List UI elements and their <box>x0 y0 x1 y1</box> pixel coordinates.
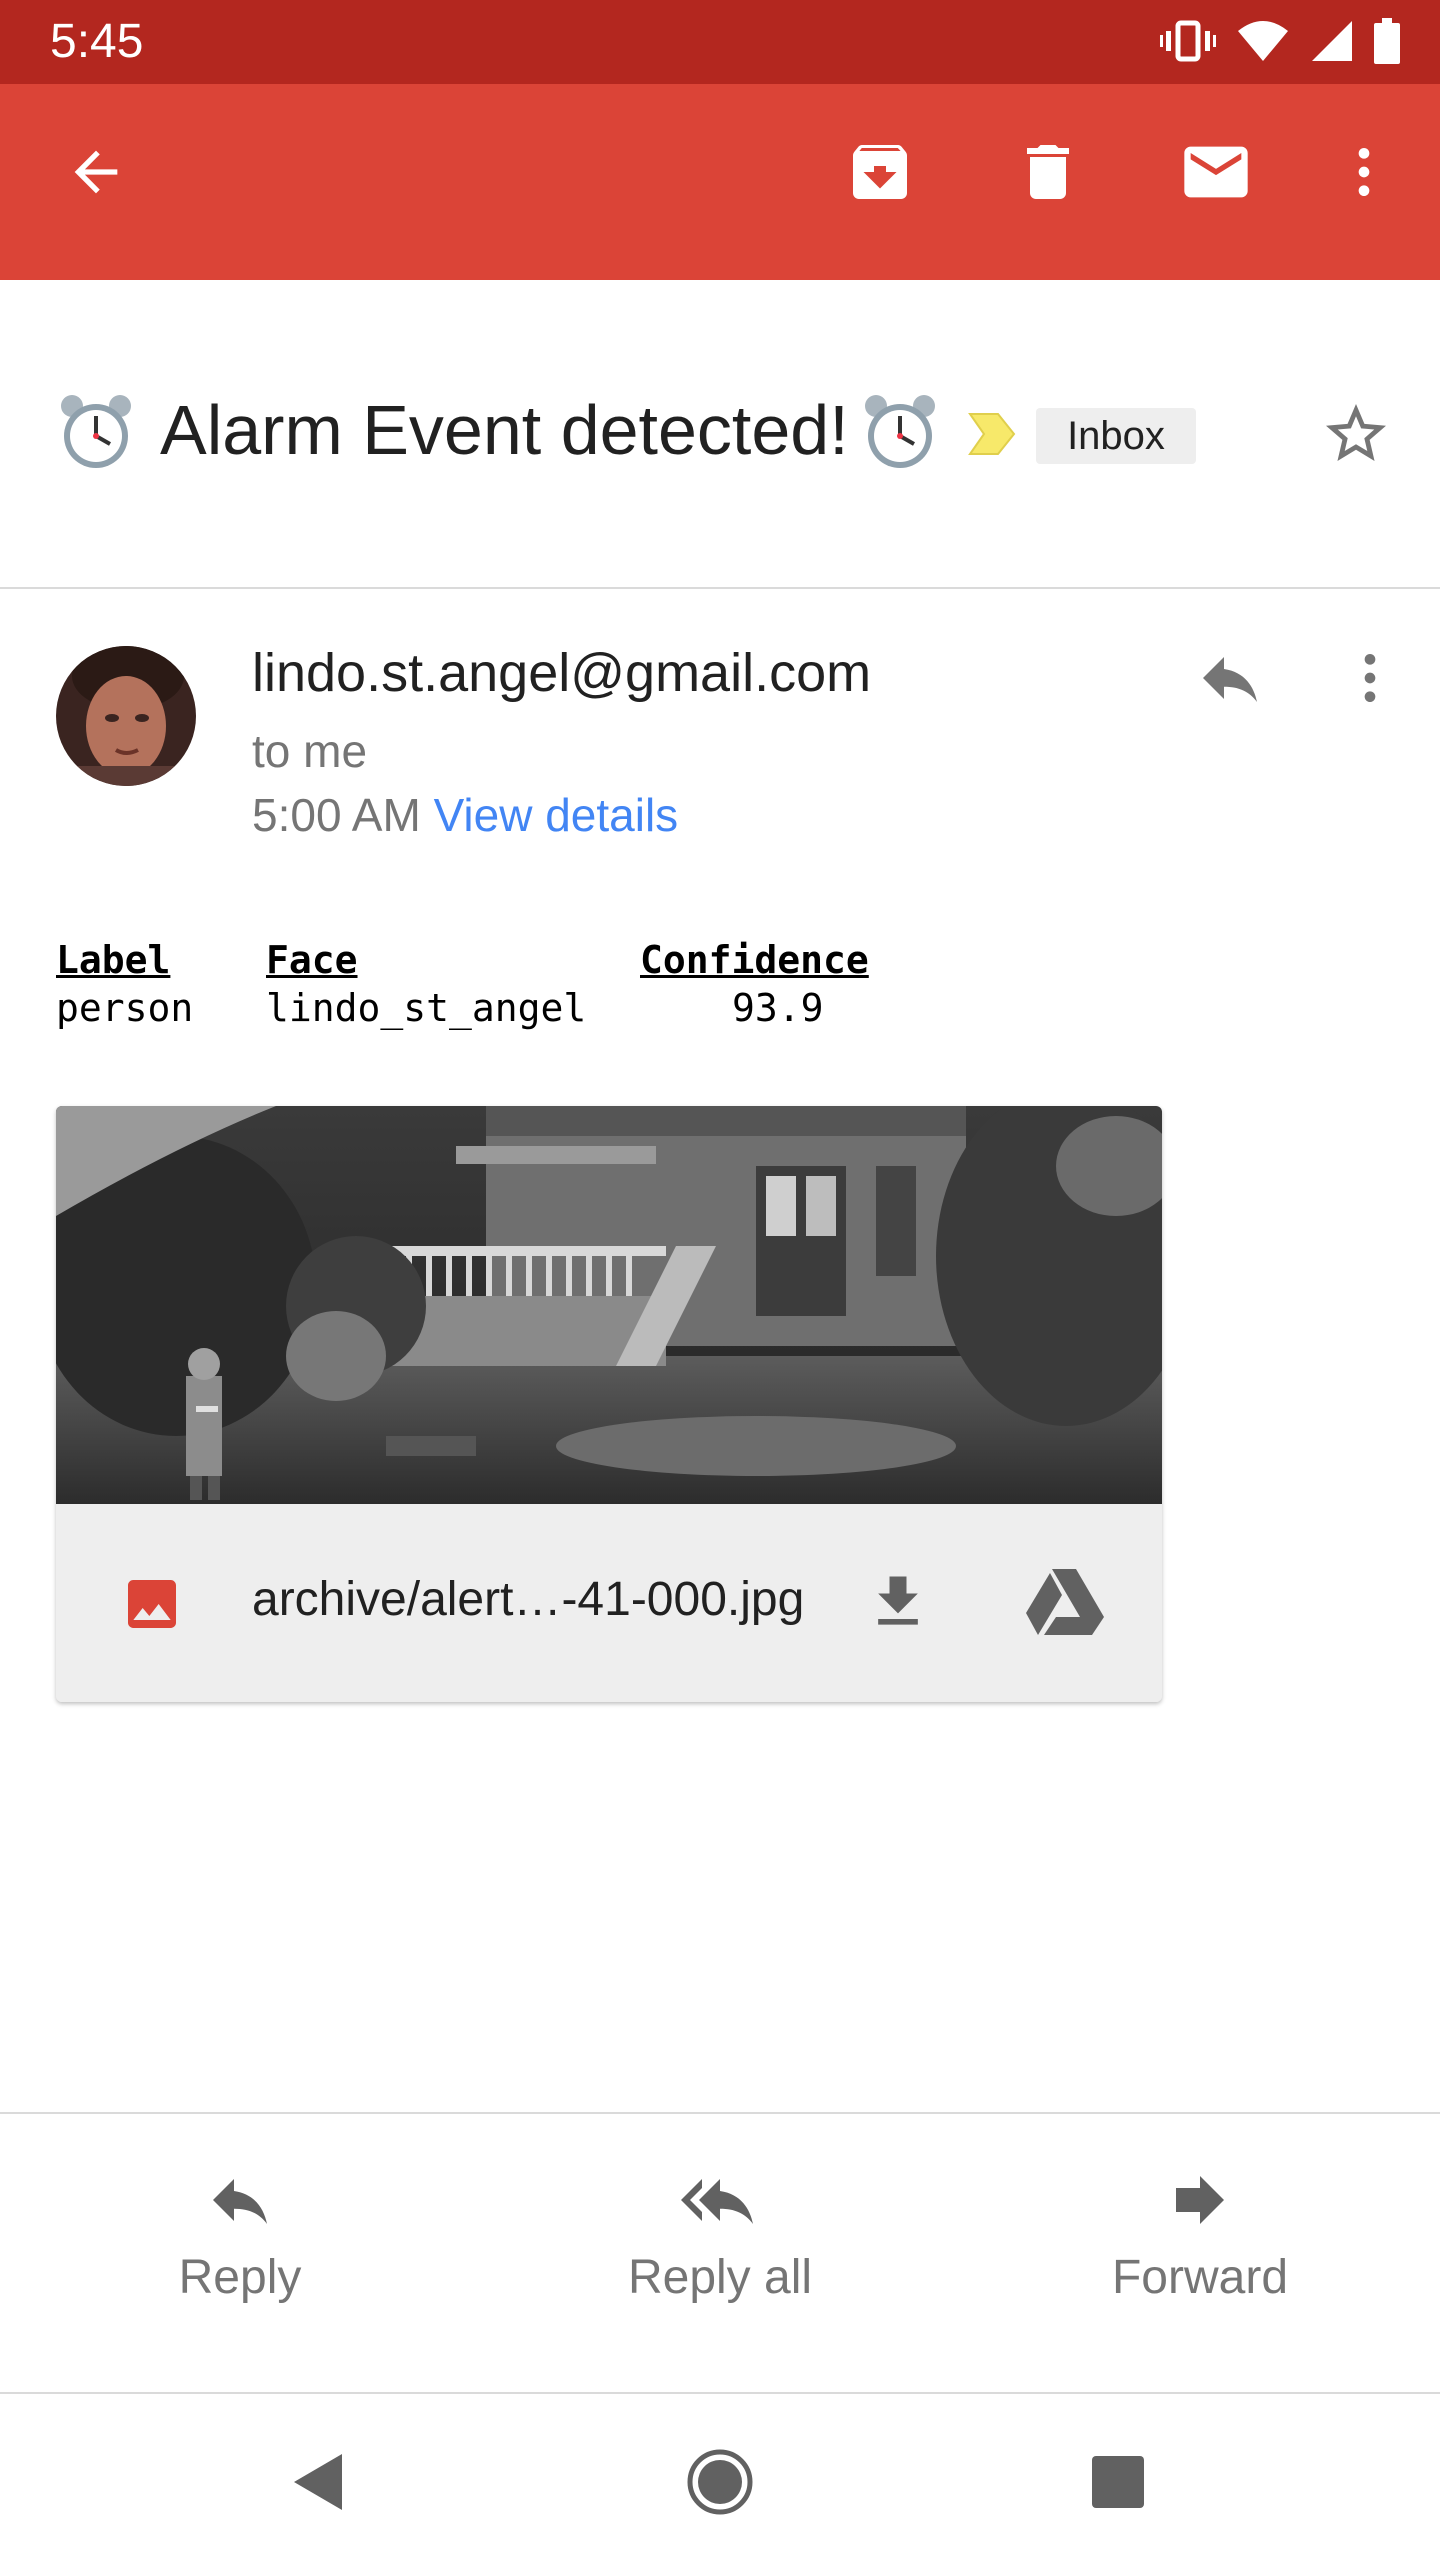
download-button[interactable] <box>850 1554 946 1650</box>
nav-home-icon <box>687 2449 753 2515</box>
message-time: 5:00 AM <box>252 789 421 841</box>
battery-icon <box>1374 17 1400 69</box>
app-toolbar <box>0 84 1440 280</box>
nav-recents-icon <box>1092 2456 1144 2508</box>
inbox-label-chip[interactable]: Inbox <box>1036 408 1196 464</box>
table-cell: 93.9 <box>732 986 824 1030</box>
forward-label: Forward <box>1111 2251 1289 2304</box>
nav-back-button[interactable] <box>270 2434 366 2530</box>
forward-icon <box>1050 2160 1350 2240</box>
star-outline-icon <box>1326 404 1386 461</box>
google-drive-icon <box>1026 1569 1104 1635</box>
more-options-button[interactable] <box>1316 124 1412 220</box>
reply-all-label: Reply all <box>627 2251 813 2304</box>
download-icon <box>878 1576 918 1625</box>
save-to-drive-button[interactable] <box>1016 1554 1112 1650</box>
star-button[interactable] <box>1318 396 1394 472</box>
subject-title: Alarm Event detected! <box>160 391 849 469</box>
archive-icon <box>853 145 907 199</box>
alarm-clock-icon <box>860 392 940 477</box>
status-bar: 5:45 <box>0 0 1440 84</box>
message-time-row: 5:00 AM View details <box>252 788 678 842</box>
view-details-link[interactable]: View details <box>434 789 679 841</box>
table-cell: person <box>56 986 194 1030</box>
reply-icon <box>1203 657 1257 702</box>
reply-label: Reply <box>178 2251 302 2304</box>
status-icons <box>1160 17 1400 69</box>
attachment-preview-image[interactable] <box>56 1106 1162 1504</box>
nav-recents-button[interactable] <box>1070 2434 1166 2530</box>
arrow-left-icon <box>74 150 118 194</box>
recipient-line: to me <box>252 725 368 777</box>
system-nav-bar <box>0 2394 1440 2560</box>
back-button[interactable] <box>48 124 144 220</box>
cell-signal-icon <box>1310 19 1354 68</box>
attachment-bar: archive/alert…-41-000.jpg <box>56 1504 1162 1702</box>
more-vert-icon <box>1358 148 1370 196</box>
alarm-clock-icon <box>56 392 136 477</box>
delete-icon <box>1027 145 1069 199</box>
table-header: Face <box>266 938 358 982</box>
mark-unread-button[interactable] <box>1168 124 1264 220</box>
subject-row: Alarm Event detected! Inbox <box>0 280 1440 588</box>
vibrate-icon <box>1160 19 1216 68</box>
image-file-icon <box>120 1572 184 1641</box>
message-more-button[interactable] <box>1322 630 1418 726</box>
table-header: Label <box>56 938 171 982</box>
archive-button[interactable] <box>832 124 928 220</box>
reply-button[interactable] <box>1182 630 1278 726</box>
more-vert-icon <box>1364 654 1376 702</box>
attachment-card[interactable]: archive/alert…-41-000.jpg <box>56 1106 1162 1702</box>
status-time: 5:45 <box>50 15 144 68</box>
forward-action-button[interactable]: Forward <box>1050 2160 1350 2305</box>
reply-all-icon <box>570 2160 870 2240</box>
divider <box>0 587 1440 589</box>
reply-action-button[interactable]: Reply <box>90 2160 390 2305</box>
nav-home-button[interactable] <box>672 2434 768 2530</box>
sender-address: lindo.st.angel@gmail.com <box>252 643 872 703</box>
importance-marker-icon[interactable] <box>968 410 1016 463</box>
table-cell: lindo_st_angel <box>266 986 587 1030</box>
attachment-filename: archive/alert…-41-000.jpg <box>252 1573 805 1626</box>
wifi-icon <box>1236 19 1290 68</box>
reply-all-action-button[interactable]: Reply all <box>570 2160 870 2305</box>
avatar[interactable] <box>56 646 196 786</box>
reply-icon <box>90 2160 390 2240</box>
mark-unread-icon <box>1184 146 1248 198</box>
nav-back-icon <box>294 2454 342 2510</box>
divider <box>0 2112 1440 2114</box>
table-header: Confidence <box>640 938 869 982</box>
delete-button[interactable] <box>1000 124 1096 220</box>
